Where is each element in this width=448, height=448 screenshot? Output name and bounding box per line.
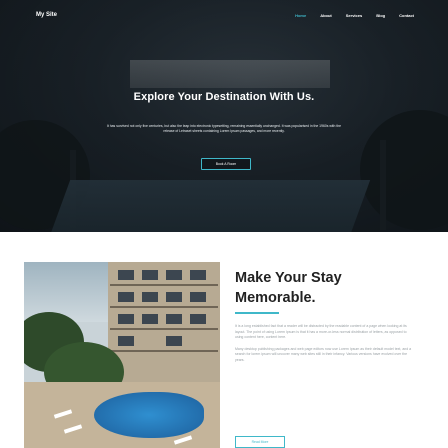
hotel-pool-image [24, 262, 220, 448]
hero-section: My Site Home About Services Blog Contact… [0, 0, 448, 232]
nav-link-contact[interactable]: Contact [399, 13, 414, 18]
hero-background-roof [130, 60, 330, 88]
about-title: Make Your Stay Memorable. [235, 270, 342, 306]
hero-title: Explore Your Destination With Us. [133, 91, 315, 103]
nav-link-services[interactable]: Services [346, 13, 362, 18]
title-divider [235, 312, 279, 314]
site-brand[interactable]: My Site [36, 12, 57, 18]
nav-menu: Home About Services Blog Contact [295, 13, 414, 18]
read-more-button[interactable]: Read More [235, 436, 285, 448]
nav-link-home[interactable]: Home [295, 13, 306, 18]
book-room-button[interactable]: Book A Room [201, 158, 251, 170]
about-paragraph: Many desktop publishing packages and web… [235, 346, 412, 362]
about-body: It is a long established fact that a rea… [235, 324, 413, 370]
about-paragraph: It is a long established fact that a rea… [235, 324, 407, 340]
nav-link-blog[interactable]: Blog [376, 13, 385, 18]
hero-description: It has survived not only five centuries,… [106, 124, 342, 134]
hero-background-pool [49, 180, 371, 232]
hero-background-tree [360, 110, 448, 230]
about-section: Make Your Stay Memorable. It is a long e… [24, 262, 424, 448]
nav-link-about[interactable]: About [320, 13, 332, 18]
top-navbar: My Site Home About Services Blog Contact [0, 0, 448, 34]
hero-background-palm [380, 140, 386, 230]
